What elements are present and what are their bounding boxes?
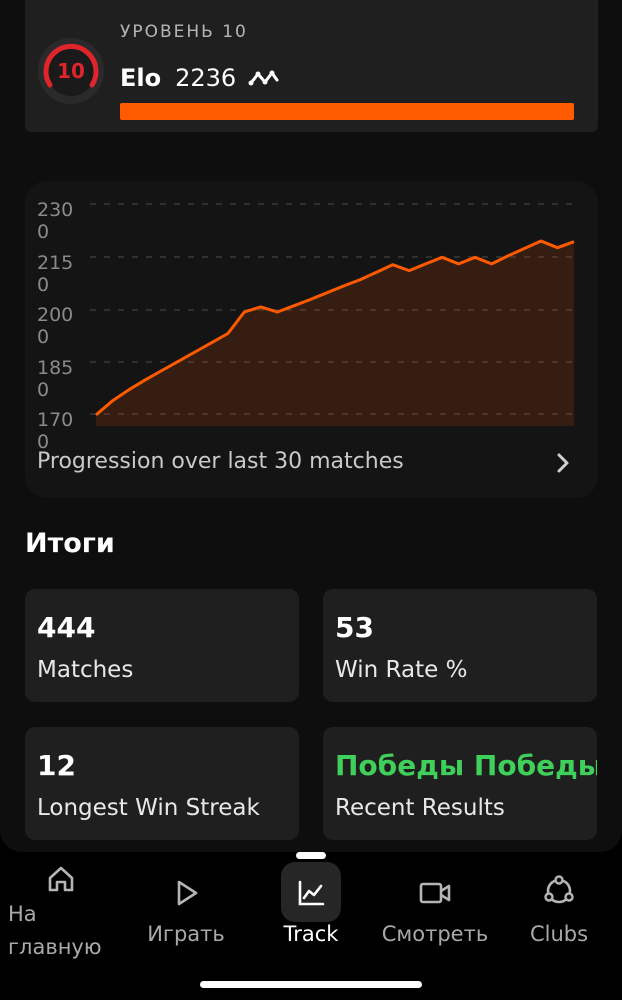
nav-watch-label: Смотреть bbox=[381, 922, 489, 946]
chevron-right-icon[interactable] bbox=[552, 450, 574, 476]
stat-value: 12 bbox=[37, 749, 76, 782]
home-icon bbox=[48, 866, 74, 892]
nav-track[interactable]: Track bbox=[261, 860, 361, 946]
stat-value: 53 bbox=[335, 611, 374, 644]
stat-recent-results[interactable]: Победы Победы Recent Results bbox=[323, 727, 597, 840]
stat-value: 444 bbox=[37, 611, 96, 644]
y-tick-label: 170 0 bbox=[37, 409, 74, 453]
y-tick-label: 200 0 bbox=[37, 304, 74, 348]
y-tick-label: 185 0 bbox=[37, 357, 74, 401]
y-tick-label: 230 0 bbox=[37, 199, 74, 243]
play-icon bbox=[177, 880, 198, 906]
nav-play-label: Играть bbox=[147, 922, 225, 946]
elo-chart bbox=[90, 203, 580, 426]
stat-label: Recent Results bbox=[335, 795, 505, 821]
drag-handle[interactable] bbox=[296, 852, 326, 859]
y-tick-label: 215 0 bbox=[37, 252, 74, 296]
stat-value: Победы Победы bbox=[335, 749, 597, 782]
nav-play[interactable]: Играть bbox=[136, 860, 236, 946]
stat-win-rate[interactable]: 53 Win Rate % bbox=[323, 589, 597, 702]
home-indicator bbox=[200, 981, 422, 988]
chart-caption: Progression over last 30 matches bbox=[37, 449, 404, 474]
nav-clubs[interactable]: Clubs bbox=[514, 860, 604, 946]
stat-label: Matches bbox=[37, 657, 134, 683]
elo-area-fill bbox=[96, 241, 574, 426]
stat-label: Win Rate % bbox=[335, 657, 468, 683]
stat-matches[interactable]: 444 Matches bbox=[25, 589, 299, 702]
chart-icon bbox=[298, 880, 325, 906]
stat-label: Longest Win Streak bbox=[37, 795, 260, 821]
stat-longest-win-streak[interactable]: 12 Longest Win Streak bbox=[25, 727, 299, 840]
clubs-icon bbox=[544, 875, 574, 904]
nav-home[interactable]: На главную bbox=[8, 860, 118, 964]
nav-clubs-label: Clubs bbox=[529, 922, 589, 946]
nav-watch[interactable]: Смотреть bbox=[378, 860, 492, 946]
nav-home-label: На главную bbox=[8, 902, 102, 959]
summary-title: Итоги bbox=[25, 528, 115, 559]
video-icon bbox=[419, 882, 451, 904]
nav-track-label: Track bbox=[283, 922, 339, 946]
